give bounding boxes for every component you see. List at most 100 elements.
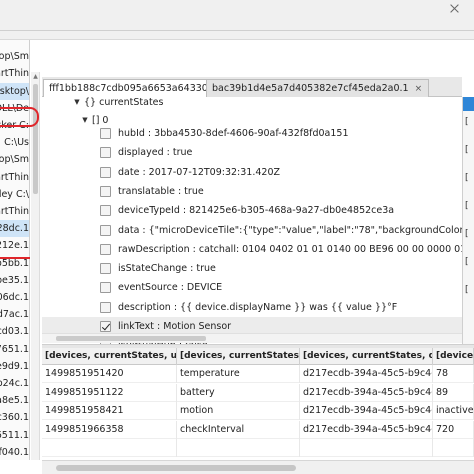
- tree-item-label: e06dc.1: [0, 292, 29, 303]
- tree-item-label: esktop\: [0, 85, 29, 97]
- scrollbar-thumb[interactable]: [56, 336, 206, 341]
- scroll-up-icon[interactable]: ▲: [32, 73, 39, 81]
- tree-item[interactable]: esktop\: [0, 82, 29, 100]
- side-panel-item[interactable]: [: [465, 285, 469, 295]
- tree-item[interactable]: top\Sm: [0, 48, 29, 65]
- table-row[interactable]: [42, 439, 474, 457]
- tree-item[interactable]: b24c.1: [0, 375, 29, 392]
- tree-property-row[interactable]: hubId : 3bba4530-8def-4606-90af-432f8fd0…: [42, 124, 462, 143]
- property-checkbox[interactable]: [100, 205, 111, 217]
- table-horizontal-scrollbar[interactable]: [42, 460, 474, 474]
- side-panel-item[interactable]: [: [465, 145, 469, 155]
- property-label: deviceTypeId : 821425e6-b305-468a-9a27-d…: [118, 205, 395, 217]
- property-checkbox[interactable]: [100, 321, 111, 332]
- file-tree: top\SmartThinesktop\DLL\Deicker C:C:\Usk…: [0, 40, 30, 460]
- property-label: isStateChange : true: [118, 263, 216, 275]
- tab-2[interactable]: bac39b1d4e5a7d405382e7cf45eda2a0.1 ×: [206, 79, 429, 97]
- results-table: [devices, currentStates, unixTime][devic…: [42, 348, 474, 460]
- tree-item[interactable]: e9d9.1: [0, 358, 29, 375]
- tree-item[interactable]: a8e5.1: [0, 392, 29, 409]
- table-row[interactable]: 1499851958421 motion d217ecdb-394a-45c5-b9…: [42, 402, 474, 420]
- toolbar-divider: [0, 30, 474, 31]
- property-checkbox[interactable]: [100, 185, 111, 197]
- property-checkbox[interactable]: [100, 282, 111, 294]
- table-cell: d217ecdb-394a-45c5-b9c4-bffbf: [300, 383, 433, 402]
- tree-item[interactable]: C:\Us: [0, 134, 29, 151]
- table-row[interactable]: 1499851966358 checkInterval d217ecdb-394a-…: [42, 420, 474, 439]
- close-icon[interactable]: [444, 2, 466, 16]
- file-tree-scrollbar[interactable]: ▲: [31, 72, 40, 460]
- table-row[interactable]: 1499851951122 battery d217ecdb-394a-45c5-b…: [42, 383, 474, 402]
- tree-item-label: C:\Us: [4, 137, 29, 149]
- tree-item[interactable]: fbe35.1: [0, 272, 29, 289]
- tree-item[interactable]: c360.1: [0, 409, 29, 426]
- table-cell: 78: [433, 365, 474, 383]
- tree-item[interactable]: ktop\Sm: [0, 151, 29, 168]
- tree-item[interactable]: 28dc.1: [0, 220, 29, 238]
- tree-item-label: 8212e.1: [0, 240, 29, 252]
- scrollbar-thumb[interactable]: [56, 465, 296, 471]
- side-panel-item[interactable]: [: [465, 257, 469, 267]
- tree-item[interactable]: artThin: [0, 203, 29, 220]
- tree-property-row[interactable]: isStateChange : true: [42, 259, 462, 278]
- tree-item[interactable]: 2f040.1: [0, 444, 29, 460]
- side-panel-item[interactable]: [: [465, 117, 469, 127]
- tab-bar: fff1bb188c7cdb095a6653a6433028dc.1×bac39…: [42, 77, 462, 97]
- table-cell: 720: [433, 420, 474, 439]
- table-cell: [433, 439, 474, 457]
- tree-item[interactable]: artThin: [0, 65, 29, 82]
- tree-item-label: artThin: [0, 206, 29, 217]
- tree-item-label: a8e5.1: [0, 395, 29, 407]
- tree-item[interactable]: [0, 40, 29, 48]
- property-label: description : {{ device.displayName }} w…: [118, 301, 398, 313]
- tree-item[interactable]: e06dc.1: [0, 289, 29, 306]
- expand-arrow-icon[interactable]: ▼: [72, 97, 82, 112]
- annotation-highlight: [0, 107, 39, 127]
- tree-item-label: 7651.1: [0, 343, 29, 355]
- property-label: hubId : 3bba4530-8def-4606-90af-432f8fd0…: [118, 128, 349, 139]
- property-checkbox[interactable]: [100, 263, 111, 275]
- tree-item[interactable]: ecd03.1: [0, 323, 29, 340]
- tree-property-row[interactable]: description : {{ device.displayName }} w…: [42, 298, 462, 317]
- property-checkbox[interactable]: [100, 147, 111, 159]
- table-cell: checkInterval: [177, 420, 300, 439]
- tree-property-row[interactable]: displayed : true: [42, 143, 462, 162]
- tree-item[interactable]: 8212e.1: [0, 237, 29, 254]
- tree-property-row[interactable]: translatable : true: [42, 182, 462, 201]
- tree-property-row[interactable]: rawDescription : catchall: 0104 0402 01 …: [42, 240, 462, 259]
- property-checkbox[interactable]: [100, 224, 111, 236]
- tree-node-label: {} currentStates: [84, 97, 164, 108]
- side-panel-item[interactable]: [: [465, 173, 469, 183]
- tree-property-row[interactable]: date : 2017-07-12T09:32:31.420Z: [42, 163, 462, 182]
- table-cell: 89: [433, 383, 474, 402]
- side-panel-item[interactable]: [: [465, 201, 469, 211]
- column-header[interactable]: [devices, currentStates, unixTime]: [42, 348, 177, 365]
- property-label: displayed : true: [118, 147, 193, 159]
- tree-item[interactable]: 7651.1: [0, 341, 29, 358]
- column-header[interactable]: [devices, currentStates, deviceId]: [300, 348, 433, 365]
- tree-item[interactable]: ley C:\: [0, 186, 29, 203]
- tree-item[interactable]: cd7ac.1: [0, 306, 29, 323]
- side-panel-item[interactable]: [: [465, 229, 469, 239]
- table-row[interactable]: 1499851951420 temperature d217ecdb-394a-45…: [42, 365, 474, 383]
- column-header[interactable]: [devices, currentStates, value]: [433, 348, 474, 365]
- property-checkbox[interactable]: [100, 128, 111, 139]
- column-header[interactable]: [devices, currentStates, name]: [177, 348, 300, 365]
- tree-item[interactable]: artThin: [0, 169, 29, 186]
- tree-item[interactable]: 16511.1: [0, 427, 29, 444]
- property-checkbox[interactable]: [100, 301, 111, 313]
- table-cell: temperature: [177, 365, 300, 383]
- side-panel-selected-tab[interactable]: [463, 97, 474, 111]
- tab-close-icon[interactable]: ×: [415, 81, 423, 98]
- table-cell: battery: [177, 383, 300, 402]
- tree-property-row[interactable]: eventSource : DEVICE: [42, 278, 462, 297]
- tree-property-row[interactable]: deviceTypeId : 821425e6-b305-468a-9a27-d…: [42, 201, 462, 220]
- scrollbar-thumb[interactable]: [33, 84, 38, 194]
- property-checkbox[interactable]: [100, 166, 111, 178]
- table-header: [devices, currentStates, unixTime][devic…: [42, 348, 474, 365]
- tree-node-current-states[interactable]: ▼ {} currentStates: [42, 97, 462, 112]
- tree-horizontal-scrollbar[interactable]: [42, 333, 462, 343]
- tree-property-row[interactable]: data : {"microDeviceTile":{"type":"value…: [42, 221, 462, 240]
- table-cell: [42, 439, 177, 457]
- property-checkbox[interactable]: [100, 243, 111, 255]
